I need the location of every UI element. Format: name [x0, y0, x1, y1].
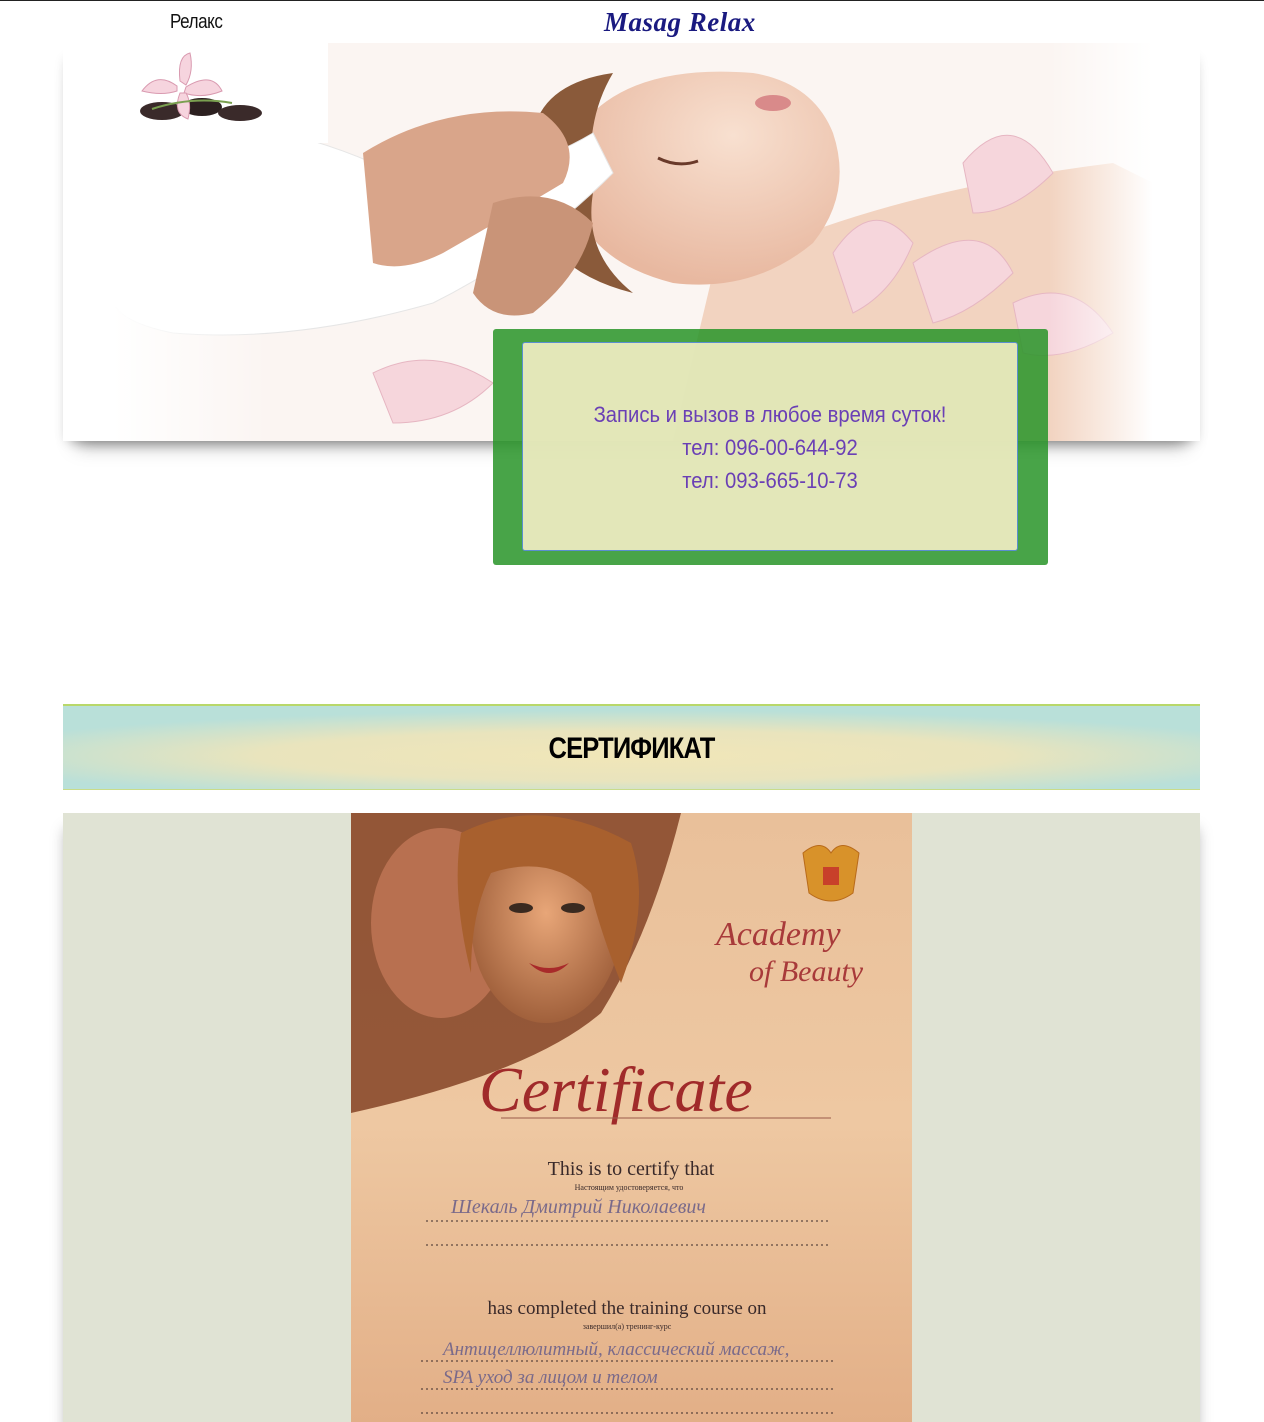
contact-phone-1[interactable]: тел: 096-00-644-92: [543, 431, 997, 464]
certify-text-en: This is to certify that: [548, 1158, 715, 1180]
contact-booking-text: Запись и вызов в любое время суток!: [593, 402, 947, 427]
certificate-title: Certificate: [479, 1054, 753, 1125]
academy-line-2: of Beauty: [749, 955, 864, 988]
logo-text[interactable]: Релакс: [170, 11, 223, 34]
academy-line-1: Academy: [714, 916, 842, 953]
course-line-2: SPA уход за лицом и телом: [443, 1367, 658, 1388]
recipient-name: Шекаль Дмитрий Николаевич: [450, 1196, 706, 1218]
completed-text-ru: завершил(а) тренинг-курс: [583, 1322, 672, 1331]
lily-stones-logo[interactable]: [122, 51, 270, 137]
contact-box: Запись и вызов в любое время суток! тел:…: [522, 342, 1018, 551]
certify-text-ru: Настоящим удостоверяется, что: [575, 1183, 684, 1192]
contact-phone-2[interactable]: тел: 093-665-10-73: [543, 464, 997, 497]
certificate-heading-banner: СЕРТИФИКАТ: [63, 704, 1200, 790]
completed-text-en: has completed the training course on: [487, 1298, 767, 1319]
page: Релакс Masag Relax Запись и вызов в любо…: [0, 0, 1264, 1422]
site-title[interactable]: Masag Relax: [604, 7, 756, 38]
course-line-1: Антицеллюлитный, классический массаж,: [441, 1339, 789, 1360]
certificate-heading: СЕРТИФИКАТ: [548, 732, 716, 765]
certificate-image[interactable]: Academy of Beauty Certificate This is to…: [351, 813, 912, 1422]
